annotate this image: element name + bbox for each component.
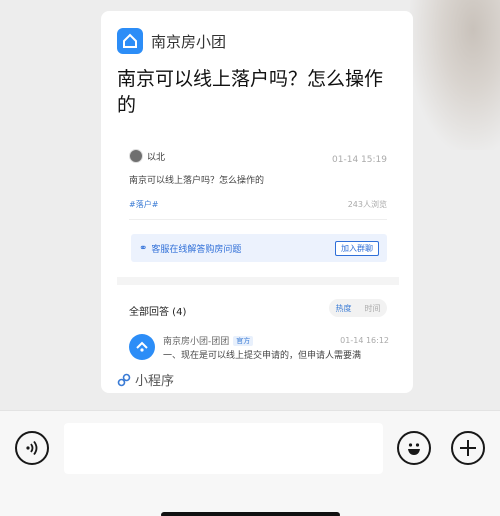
- service-text: 客服在线解答购房问题: [151, 244, 242, 255]
- answers-title: 全部回答 (4): [129, 307, 187, 318]
- author-name: 以北: [147, 152, 166, 163]
- sort-hot: 热度: [335, 303, 352, 313]
- plus-icon: [460, 440, 476, 456]
- service-bar: ⚭ 客服在线解答购房问题 加入群聊: [131, 234, 387, 262]
- official-badge: 官方: [233, 335, 254, 346]
- post-time: 01-14 15:19: [332, 155, 387, 165]
- card-title: 南京可以线上落户吗？怎么操作的: [117, 68, 384, 116]
- message-input[interactable]: [64, 423, 383, 474]
- background-decoration: [410, 0, 500, 150]
- mini-program-icon: [117, 373, 131, 386]
- emoji-button[interactable]: [397, 431, 431, 465]
- sort-time: 时间: [364, 303, 381, 313]
- mini-program-card[interactable]: 南京房小团 南京可以线上落户吗？怎么操作的 以北 01-14 15:19 南京可…: [101, 11, 413, 393]
- chat-input-bar: [0, 410, 500, 516]
- card-preview-image: 以北 01-14 15:19 南京可以线上落户吗？怎么操作的 #落户# 243人…: [117, 139, 399, 379]
- mini-program-label: 小程序: [117, 370, 174, 389]
- headset-icon: ⚭: [139, 242, 148, 254]
- divider: [129, 219, 387, 220]
- answer-avatar: [129, 334, 155, 360]
- home-indicator: [161, 512, 340, 516]
- post-tag: #落户#: [129, 200, 159, 209]
- answer-item: 南京房小团-团团 官方 01-14 16:12 一、现在是可以线上提交申请的，但…: [129, 334, 389, 364]
- post-text: 南京可以线上落户吗？怎么操作的: [129, 176, 265, 186]
- card-header: 南京房小团: [117, 27, 226, 55]
- answer-time: 01-14 16:12: [340, 336, 389, 345]
- answer-text: 一、现在是可以线上提交申请的，但申请人需要满: [163, 351, 362, 361]
- answer-name-text: 南京房小团-团团: [163, 337, 230, 347]
- answer-name: 南京房小团-团团 官方: [163, 334, 254, 347]
- author-avatar: [129, 149, 143, 163]
- mini-program-text: 小程序: [135, 374, 175, 389]
- join-group-button: 加入群聊: [335, 241, 379, 256]
- app-name: 南京房小团: [151, 32, 227, 51]
- post-views: 243人浏览: [347, 200, 387, 209]
- post-author: 以北: [129, 149, 165, 163]
- plus-button[interactable]: [451, 431, 485, 465]
- sort-toggle: 热度 时间: [329, 299, 387, 317]
- app-logo-icon: [117, 28, 143, 54]
- voice-icon: [26, 440, 38, 456]
- emoji-icon: [408, 443, 420, 455]
- section-gap: [117, 277, 399, 285]
- voice-button[interactable]: [15, 431, 49, 465]
